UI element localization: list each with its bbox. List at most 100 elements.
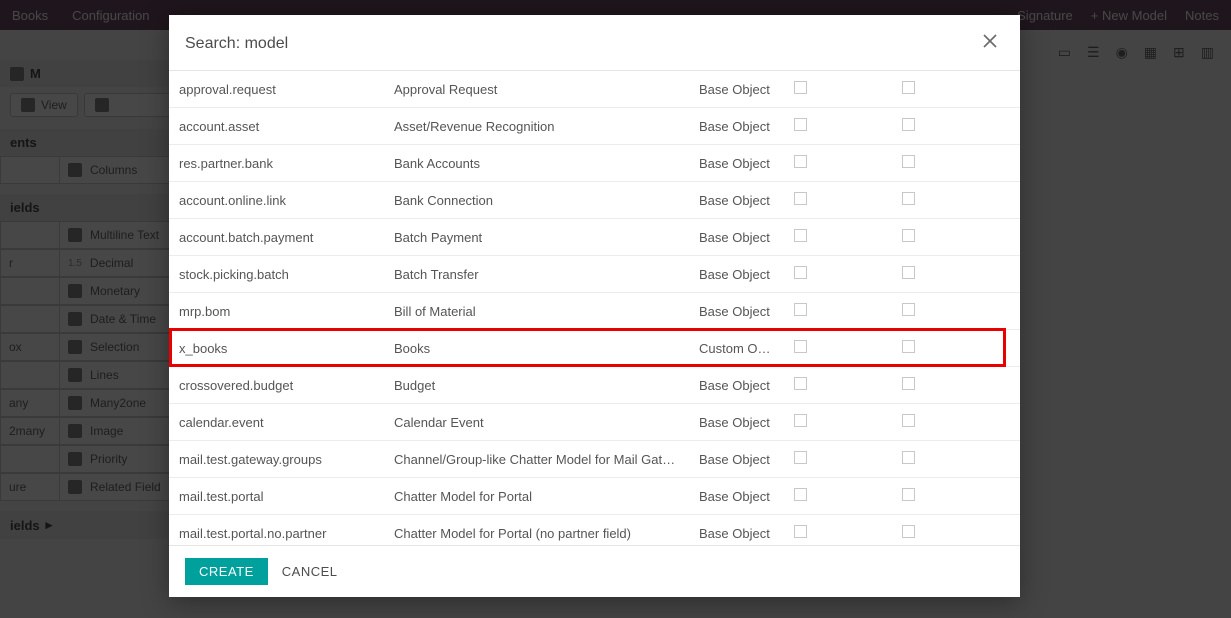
cell-checkbox-2 [892,219,1020,256]
checkbox[interactable] [794,229,807,242]
cell-description: Asset/Revenue Recognition [384,108,689,145]
cell-model-name: x_books [169,330,384,367]
cancel-button[interactable]: CANCEL [282,564,338,579]
dialog-header: Search: model [169,15,1020,71]
cell-checkbox-1 [784,515,892,546]
cell-checkbox-1 [784,71,892,108]
checkbox[interactable] [794,525,807,538]
checkbox[interactable] [794,155,807,168]
cell-model-name: mrp.bom [169,293,384,330]
dialog-title: Search: model [185,35,288,53]
checkbox[interactable] [794,414,807,427]
checkbox[interactable] [902,303,915,316]
table-row[interactable]: mail.test.gateway.groupsChannel/Group-li… [169,441,1020,478]
cell-type: Base Object [689,367,784,404]
results-table: approval.requestApproval RequestBase Obj… [169,71,1020,545]
checkbox[interactable] [794,192,807,205]
table-row[interactable]: account.batch.paymentBatch PaymentBase O… [169,219,1020,256]
table-row[interactable]: approval.requestApproval RequestBase Obj… [169,71,1020,108]
table-row[interactable]: calendar.eventCalendar EventBase Object [169,404,1020,441]
cell-type: Base Object [689,219,784,256]
cell-model-name: account.batch.payment [169,219,384,256]
checkbox[interactable] [794,377,807,390]
checkbox[interactable] [902,192,915,205]
table-row[interactable]: account.online.linkBank ConnectionBase O… [169,182,1020,219]
cell-checkbox-2 [892,182,1020,219]
checkbox[interactable] [794,81,807,94]
checkbox[interactable] [902,81,915,94]
cell-checkbox-1 [784,330,892,367]
cell-type: Base Object [689,404,784,441]
checkbox[interactable] [902,488,915,501]
cell-model-name: crossovered.budget [169,367,384,404]
checkbox[interactable] [902,525,915,538]
table-row[interactable]: stock.picking.batchBatch TransferBase Ob… [169,256,1020,293]
checkbox[interactable] [902,266,915,279]
table-row[interactable]: x_booksBooksCustom Object [169,330,1020,367]
checkbox[interactable] [794,451,807,464]
cell-checkbox-1 [784,182,892,219]
cell-description: Bank Connection [384,182,689,219]
cell-description: Calendar Event [384,404,689,441]
checkbox[interactable] [902,377,915,390]
cell-checkbox-2 [892,256,1020,293]
checkbox[interactable] [902,451,915,464]
cell-model-name: account.asset [169,108,384,145]
cell-checkbox-1 [784,404,892,441]
cell-description: Channel/Group-like Chatter Model for Mai… [384,441,689,478]
results-scroll[interactable]: approval.requestApproval RequestBase Obj… [169,71,1020,545]
search-model-dialog: Search: model approval.requestApproval R… [169,15,1020,597]
cell-description: Chatter Model for Portal [384,478,689,515]
cell-model-name: calendar.event [169,404,384,441]
cell-checkbox-1 [784,256,892,293]
cell-model-name: mail.test.portal.no.partner [169,515,384,546]
cell-model-name: res.partner.bank [169,145,384,182]
cell-type: Base Object [689,515,784,546]
cell-checkbox-1 [784,145,892,182]
cell-model-name: approval.request [169,71,384,108]
table-row[interactable]: res.partner.bankBank AccountsBase Object [169,145,1020,182]
cell-checkbox-1 [784,293,892,330]
checkbox[interactable] [794,303,807,316]
cell-type: Base Object [689,108,784,145]
checkbox[interactable] [794,488,807,501]
checkbox[interactable] [902,229,915,242]
table-row[interactable]: mail.test.portal.no.partnerChatter Model… [169,515,1020,546]
cell-description: Batch Payment [384,219,689,256]
cell-model-name: mail.test.portal [169,478,384,515]
cell-description: Bill of Material [384,293,689,330]
cell-type: Custom Object [689,330,784,367]
table-row[interactable]: account.assetAsset/Revenue RecognitionBa… [169,108,1020,145]
cell-checkbox-1 [784,441,892,478]
cell-checkbox-2 [892,478,1020,515]
table-row[interactable]: mrp.bomBill of MaterialBase Object [169,293,1020,330]
table-row[interactable]: crossovered.budgetBudgetBase Object [169,367,1020,404]
cell-checkbox-2 [892,367,1020,404]
checkbox[interactable] [794,340,807,353]
dialog-body: approval.requestApproval RequestBase Obj… [169,71,1020,545]
cell-type: Base Object [689,478,784,515]
cell-type: Base Object [689,441,784,478]
cell-checkbox-2 [892,441,1020,478]
create-button[interactable]: CREATE [185,558,268,585]
cell-checkbox-2 [892,108,1020,145]
cell-checkbox-2 [892,330,1020,367]
cell-checkbox-1 [784,478,892,515]
cell-model-name: account.online.link [169,182,384,219]
close-icon[interactable] [976,29,1004,58]
cell-type: Base Object [689,145,784,182]
cell-type: Base Object [689,71,784,108]
table-row[interactable]: mail.test.portalChatter Model for Portal… [169,478,1020,515]
cell-description: Bank Accounts [384,145,689,182]
checkbox[interactable] [902,155,915,168]
checkbox[interactable] [902,118,915,131]
checkbox[interactable] [902,414,915,427]
cell-model-name: mail.test.gateway.groups [169,441,384,478]
cell-checkbox-2 [892,293,1020,330]
checkbox[interactable] [902,340,915,353]
cell-description: Books [384,330,689,367]
cell-type: Base Object [689,182,784,219]
cell-checkbox-1 [784,108,892,145]
checkbox[interactable] [794,266,807,279]
checkbox[interactable] [794,118,807,131]
